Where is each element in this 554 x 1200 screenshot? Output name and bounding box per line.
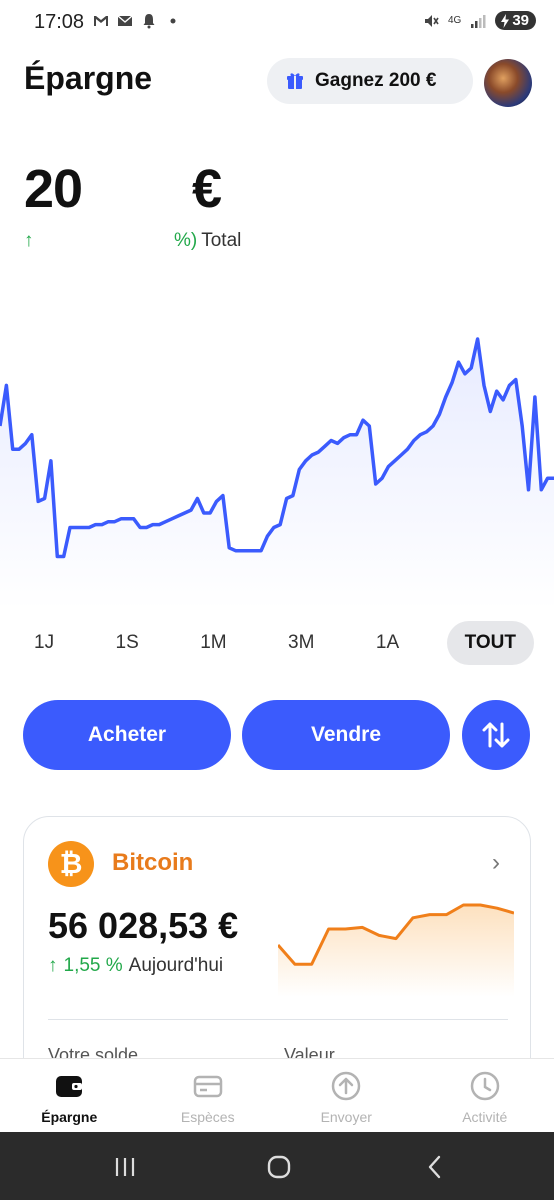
swap-arrows-icon xyxy=(482,722,510,748)
nav-label: Activité xyxy=(462,1109,508,1125)
mail-icon xyxy=(117,15,133,26)
referral-button[interactable]: Gagnez 200 € xyxy=(267,58,473,104)
dot-icon xyxy=(170,18,176,24)
bitcoin-icon: ₿ xyxy=(48,841,94,887)
mute-icon xyxy=(424,14,439,27)
status-bar: 17:08 4G 39 xyxy=(0,0,554,44)
network-type: 4G xyxy=(447,15,462,26)
range-tout[interactable]: TOUT xyxy=(446,621,534,665)
range-3m[interactable]: 3M xyxy=(274,621,328,665)
nav-send[interactable]: Envoyer xyxy=(277,1059,416,1133)
bitcoin-mini-chart xyxy=(278,903,514,997)
system-icons: 4G 39 xyxy=(422,11,536,30)
battery-level: 39 xyxy=(512,12,529,29)
gmail-icon xyxy=(94,16,108,26)
referral-label: Gagnez 200 € xyxy=(315,70,437,91)
mini-chart-area xyxy=(278,905,514,997)
swap-button[interactable] xyxy=(462,700,530,770)
balance-amount: 20 xyxy=(24,159,83,219)
battery-indicator: 39 xyxy=(495,11,536,30)
portfolio-chart[interactable] xyxy=(0,300,554,610)
asset-name: Bitcoin xyxy=(112,849,194,876)
divider xyxy=(48,1019,508,1020)
nav-cash[interactable]: Espèces xyxy=(139,1059,278,1133)
wallet-icon xyxy=(56,1076,83,1097)
range-1s[interactable]: 1S xyxy=(102,621,153,665)
asset-change-percent: 1,55 % xyxy=(63,955,123,976)
nav-activity[interactable]: Activité xyxy=(416,1059,554,1133)
arrow-up-icon: ↑ xyxy=(48,955,58,976)
charging-icon xyxy=(501,13,510,28)
range-1j[interactable]: 1J xyxy=(20,621,68,665)
nav-label: Épargne xyxy=(41,1109,98,1125)
buy-button[interactable]: Acheter xyxy=(23,700,231,770)
chart-area xyxy=(0,339,554,610)
nav-label: Espèces xyxy=(180,1109,235,1125)
card-icon xyxy=(193,1075,222,1098)
asset-value: 56 028,53 € xyxy=(48,905,239,946)
sell-button[interactable]: Vendre xyxy=(242,700,450,770)
bell-icon xyxy=(143,14,155,29)
portfolio-balance: 20 € xyxy=(24,158,284,219)
back-icon[interactable] xyxy=(420,1152,450,1182)
range-1m[interactable]: 1M xyxy=(186,621,240,665)
asset-change-label: Aujourd'hui xyxy=(128,955,224,976)
range-1a[interactable]: 1A xyxy=(362,621,413,665)
chevron-right-icon[interactable]: › xyxy=(492,849,500,877)
recent-apps-icon[interactable] xyxy=(110,1152,140,1182)
clock-icon xyxy=(470,1071,499,1101)
page-title: Épargne xyxy=(24,60,153,96)
home-icon[interactable] xyxy=(264,1152,294,1182)
status-time: 17:08 xyxy=(34,11,85,33)
notification-icons xyxy=(92,12,182,30)
change-percent: %) xyxy=(174,230,198,251)
nav-label: Envoyer xyxy=(320,1109,372,1125)
arrow-up-icon: ↑ xyxy=(24,230,34,251)
nav-savings[interactable]: Épargne xyxy=(0,1059,139,1133)
change-label: Total xyxy=(201,230,242,251)
gift-icon xyxy=(287,73,303,89)
send-icon xyxy=(332,1071,361,1101)
system-navigation-bar xyxy=(0,1132,554,1200)
balance-currency: € xyxy=(192,159,223,219)
asset-change: ↑ 1,55 % Aujourd'hui xyxy=(48,955,223,977)
bottom-navigation: Épargne Espèces Envoyer Activité xyxy=(0,1058,554,1133)
time-range-selector: 1J 1S 1M 3M 1A TOUT xyxy=(20,620,534,666)
signal-icon xyxy=(471,14,486,28)
balance-change: ↑ %) Total xyxy=(24,230,241,252)
avatar[interactable] xyxy=(484,59,532,107)
